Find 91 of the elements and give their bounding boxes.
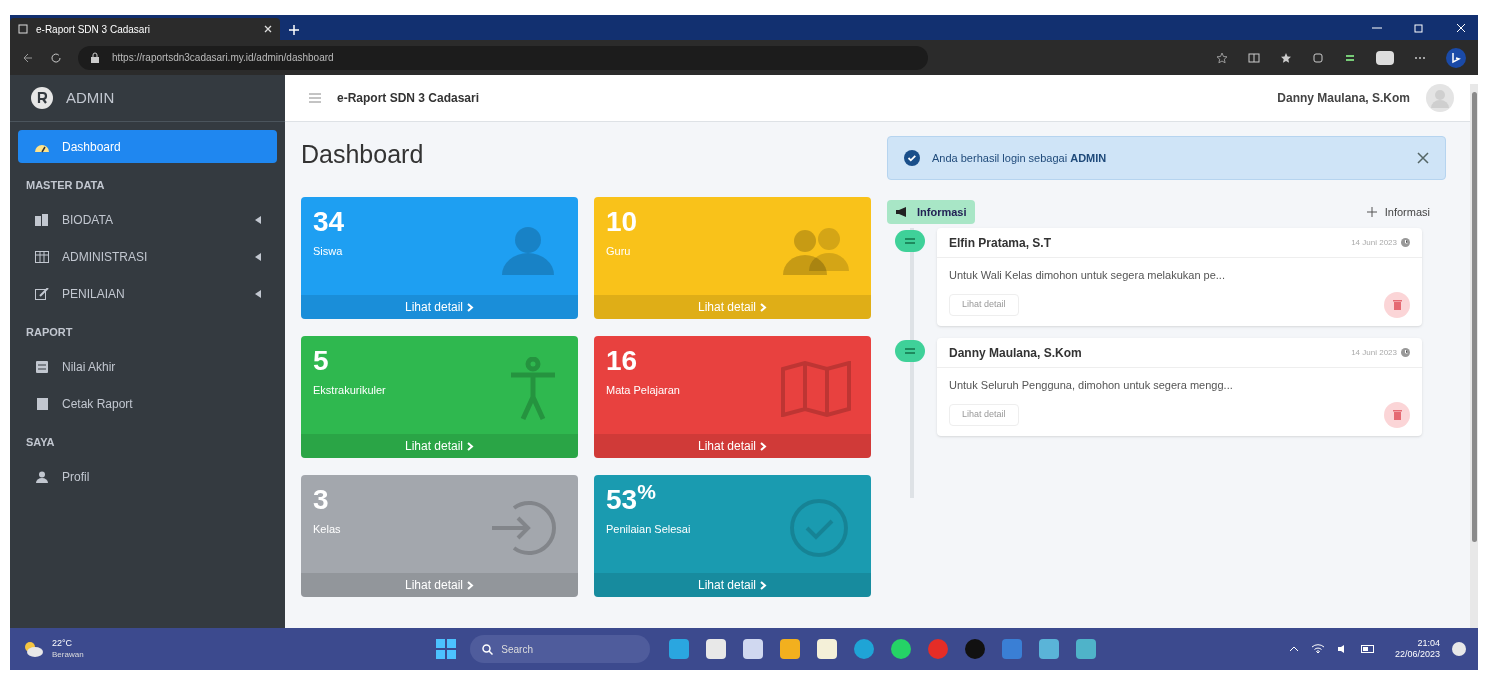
delete-button[interactable] bbox=[1384, 292, 1410, 318]
stat-label: Siswa bbox=[313, 244, 344, 259]
weather-icon[interactable] bbox=[22, 640, 44, 658]
chevron-right-icon bbox=[467, 580, 474, 590]
page-title: Dashboard bbox=[301, 139, 425, 170]
form-icon bbox=[36, 360, 48, 373]
details-link[interactable]: Lihat detail bbox=[594, 573, 871, 597]
books-icon bbox=[35, 213, 49, 226]
check-circle-icon bbox=[904, 150, 920, 166]
address-bar[interactable]: https://raportsdn3cadasari.my.id/admin/dashboard bbox=[78, 45, 928, 70]
chevron-up-icon[interactable] bbox=[1288, 646, 1299, 652]
stat-value: 53$^{%}$ bbox=[606, 483, 657, 517]
page-icon bbox=[18, 24, 28, 34]
trash-icon bbox=[1392, 410, 1402, 420]
post-date: 14 Juni 2023 bbox=[1351, 346, 1397, 359]
app-icon[interactable] bbox=[1039, 639, 1060, 659]
users-icon bbox=[781, 225, 851, 275]
human-figure-icon bbox=[508, 357, 558, 421]
sidebar-item[interactable]: Nilai Akhir bbox=[18, 350, 277, 383]
add-info-button[interactable]: Informasi bbox=[1366, 203, 1446, 221]
chevron-right-icon bbox=[760, 441, 767, 451]
star-icon[interactable] bbox=[1216, 51, 1228, 64]
battery-icon[interactable] bbox=[1360, 645, 1375, 653]
sidebar-item[interactable]: Profil bbox=[18, 460, 277, 493]
stat-value: 3 bbox=[313, 483, 330, 517]
sidebar-item[interactable]: Dashboard bbox=[18, 130, 277, 163]
clock-icon bbox=[1401, 238, 1410, 247]
chevron-right-icon bbox=[760, 580, 767, 590]
stat-label: Ekstrakurikuler bbox=[313, 383, 387, 398]
table-icon bbox=[35, 250, 49, 263]
stat-label: Kelas bbox=[313, 522, 342, 537]
post-author: Danny Maulana, S.Kom bbox=[949, 344, 1083, 362]
user-icon bbox=[36, 470, 48, 483]
stat-label: Penilaian Selesai bbox=[606, 522, 692, 537]
chevron-right-icon bbox=[467, 302, 474, 312]
plus-icon bbox=[1366, 207, 1377, 217]
start-icon[interactable] bbox=[436, 639, 457, 659]
alert-message: Anda berhasil login sebagai ADMIN bbox=[932, 150, 1108, 166]
post-author: Elfin Pratama, S.T bbox=[949, 234, 1053, 252]
trash-icon bbox=[1392, 300, 1402, 310]
user-name[interactable]: Danny Maulana, S.Kom bbox=[1277, 89, 1410, 107]
clock-date[interactable]: 22/06/2023 bbox=[1394, 649, 1440, 661]
new-tab-icon[interactable] bbox=[288, 24, 300, 36]
sidebar-item[interactable]: ADMINISTRASI bbox=[18, 240, 277, 273]
section-header: RAPORT bbox=[25, 325, 74, 340]
stat-value: 5 bbox=[313, 344, 330, 378]
post-text: Untuk Wali Kelas dimohon untuk segera melakukan pe... bbox=[948, 268, 1226, 283]
wifi-icon[interactable] bbox=[1310, 644, 1325, 654]
details-link[interactable]: Lihat detail bbox=[594, 434, 871, 458]
stat-value: 16 bbox=[606, 344, 639, 378]
app-title: e-Raport SDN 3 Cadasari bbox=[337, 90, 480, 107]
edit-icon bbox=[35, 287, 49, 300]
sidebar-item[interactable]: BIODATA bbox=[18, 203, 277, 236]
weather-condition: Berawan bbox=[52, 649, 84, 660]
stat-value: 34 bbox=[313, 205, 346, 239]
clock-time[interactable]: 21:04 bbox=[1417, 637, 1440, 649]
stat-label: Mata Pelajaran bbox=[606, 383, 681, 398]
megaphone-icon bbox=[895, 206, 909, 218]
logo-icon bbox=[30, 86, 54, 110]
chevron-right-icon bbox=[467, 441, 474, 451]
brand-name: ADMIN bbox=[66, 87, 115, 108]
browser-tab[interactable]: e-Raport SDN 3 Cadasari bbox=[10, 18, 280, 40]
taskbar-search[interactable]: Search bbox=[470, 635, 651, 663]
section-header: SAYA bbox=[25, 435, 56, 450]
post-date: 14 Juni 2023 bbox=[1351, 236, 1397, 249]
info-label: Informasi bbox=[887, 200, 975, 224]
search-icon bbox=[482, 643, 494, 655]
check-circle-icon bbox=[787, 498, 851, 558]
section-header: MASTER DATA bbox=[25, 178, 106, 193]
stat-label: Guru bbox=[606, 244, 632, 259]
tab-title: e-Raport SDN 3 Cadasari bbox=[36, 22, 151, 37]
split-screen-icon[interactable] bbox=[1248, 51, 1260, 64]
chevron-right-icon bbox=[760, 302, 767, 312]
book-icon bbox=[36, 397, 48, 410]
map-icon bbox=[781, 361, 851, 417]
collections-icon[interactable] bbox=[1312, 51, 1324, 64]
back-icon[interactable] bbox=[22, 51, 34, 64]
bing-icon[interactable] bbox=[1446, 47, 1466, 68]
details-link[interactable]: Lihat detail bbox=[301, 295, 578, 319]
delete-button[interactable] bbox=[1384, 402, 1410, 428]
clock-icon bbox=[1401, 348, 1410, 357]
stat-value: 10 bbox=[606, 205, 639, 239]
sidebar-item[interactable]: PENILAIAN bbox=[18, 277, 277, 310]
restore-icon[interactable] bbox=[1414, 22, 1424, 33]
refresh-icon[interactable] bbox=[50, 51, 62, 64]
favorites-icon[interactable] bbox=[1280, 51, 1292, 64]
sidebar-item[interactable]: Cetak Raport bbox=[18, 387, 277, 420]
more-icon[interactable] bbox=[1414, 55, 1426, 60]
post-text: Untuk Seluruh Pengguna, dimohon untuk segera mengg... bbox=[948, 378, 1234, 393]
temperature: 22°C bbox=[52, 638, 74, 650]
lock-icon bbox=[90, 52, 100, 63]
